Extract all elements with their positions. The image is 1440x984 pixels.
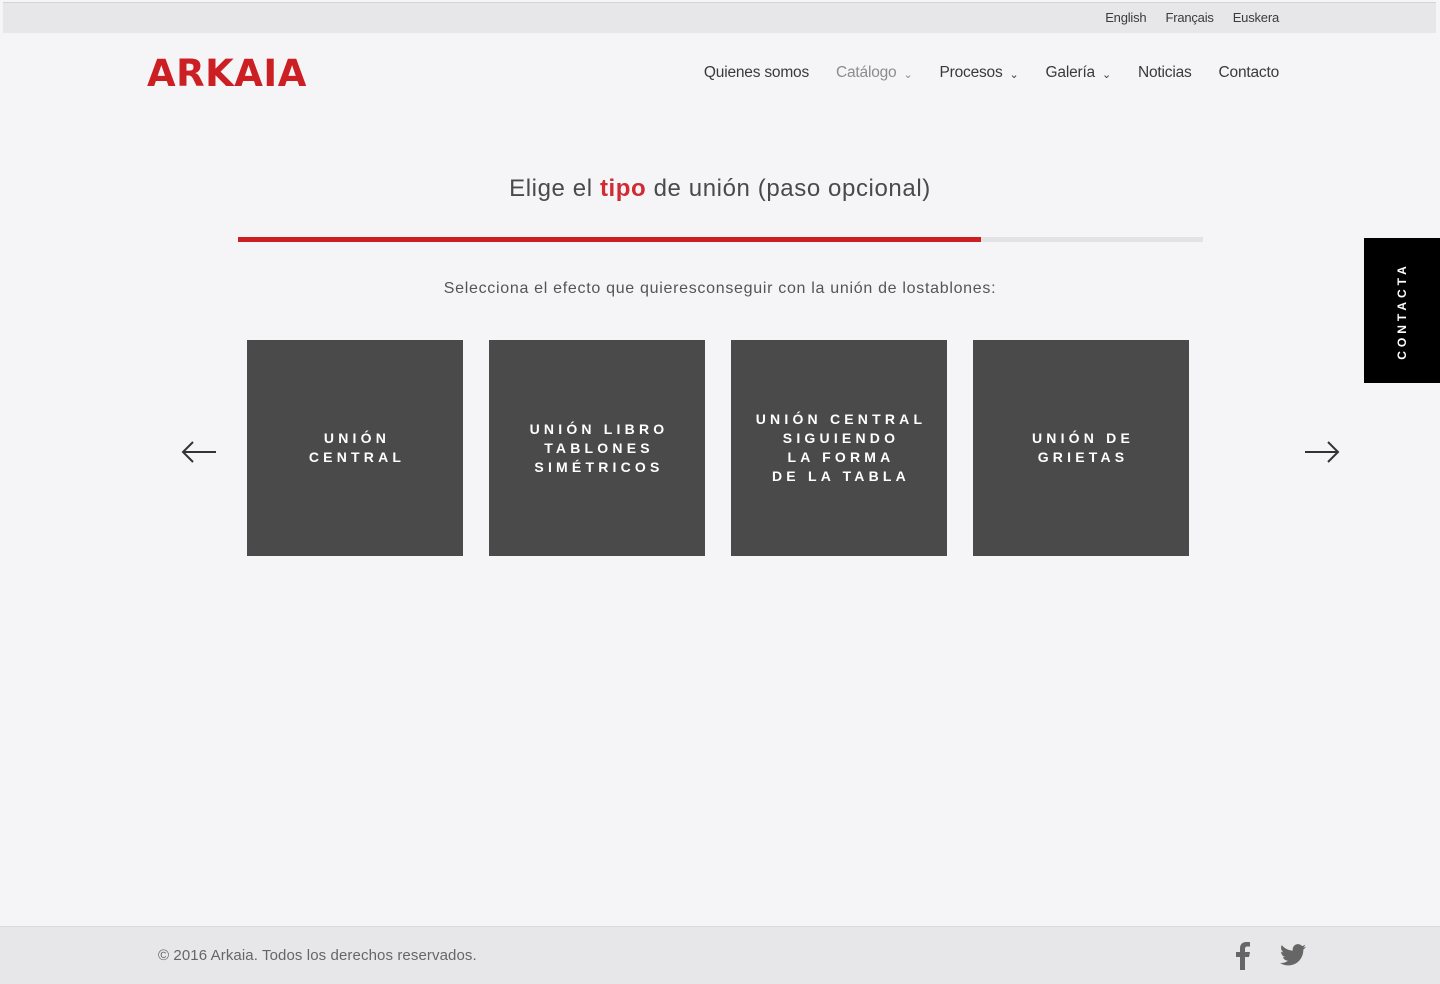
contact-tab-label: CONTACTA bbox=[1395, 261, 1409, 360]
nav-label: Noticias bbox=[1138, 64, 1192, 81]
card-label: UNIÓN CENTRAL SIGUIENDO LA FORMA DE LA T… bbox=[755, 411, 927, 484]
card-label: UNIÓN CENTRAL bbox=[308, 430, 406, 465]
footer: © 2016 Arkaia. Todos los derechos reserv… bbox=[0, 926, 1440, 984]
card-label: UNIÓN LIBRO TABLONES SIMÉTRICOS bbox=[529, 420, 669, 475]
nav-label: Quienes somos bbox=[703, 64, 810, 81]
nav-catalogo[interactable]: Catálogo ⌄ bbox=[836, 64, 913, 82]
chevron-down-icon: ⌄ bbox=[903, 68, 913, 81]
next-arrow-button[interactable] bbox=[1304, 437, 1340, 467]
language-bar: English Français Euskera bbox=[3, 2, 1436, 33]
card-union-libro[interactable]: UNIÓN LIBRO TABLONES SIMÉTRICOS bbox=[489, 340, 705, 556]
twitter-icon bbox=[1280, 944, 1306, 966]
union-type-carousel: UNIÓN CENTRAL UNIÓN LIBRO TABLONES SIMÉT… bbox=[247, 340, 1189, 556]
nav-label: Procesos bbox=[939, 64, 1003, 81]
nav-label: Catálogo bbox=[836, 64, 897, 81]
nav-label: Galería bbox=[1045, 64, 1096, 81]
chevron-down-icon: ⌄ bbox=[1009, 68, 1019, 81]
step-subtitle: Selecciona el efecto que quieresconsegui… bbox=[443, 280, 997, 297]
contact-side-tab[interactable]: CONTACTA bbox=[1364, 238, 1440, 383]
chevron-down-icon: ⌄ bbox=[1101, 68, 1112, 81]
language-links: English Français Euskera bbox=[1105, 10, 1279, 25]
card-union-grietas[interactable]: UNIÓN DE GRIETAS bbox=[973, 340, 1189, 556]
step-title-accent: tipo bbox=[599, 175, 647, 202]
prev-arrow-button[interactable] bbox=[181, 437, 217, 467]
nav-label: Contacto bbox=[1218, 64, 1280, 81]
copyright-text: © 2016 Arkaia. Todos los derechos reserv… bbox=[158, 947, 477, 964]
nav-contacto[interactable]: Contacto bbox=[1218, 64, 1280, 82]
step-title-before: Elige el bbox=[509, 175, 600, 202]
progress-fill bbox=[238, 237, 982, 242]
lang-euskera-link[interactable]: Euskera bbox=[1233, 10, 1279, 25]
nav-galeria[interactable]: Galería ⌄ bbox=[1045, 64, 1112, 82]
twitter-link[interactable] bbox=[1280, 944, 1306, 971]
nav-quienes-somos[interactable]: Quienes somos bbox=[704, 64, 809, 82]
logo[interactable]: ARKAIA bbox=[147, 54, 307, 94]
facebook-icon bbox=[1236, 942, 1250, 970]
progress-bar bbox=[238, 237, 1203, 242]
nav-procesos[interactable]: Procesos ⌄ bbox=[940, 64, 1019, 82]
main-nav: Quienes somos Catálogo ⌄ Procesos ⌄ Gale… bbox=[704, 64, 1279, 82]
card-union-central-forma[interactable]: UNIÓN CENTRAL SIGUIENDO LA FORMA DE LA T… bbox=[731, 340, 947, 556]
lang-english-link[interactable]: English bbox=[1105, 10, 1146, 25]
card-label: UNIÓN DE GRIETAS bbox=[1031, 430, 1135, 465]
arrow-right-icon bbox=[1305, 441, 1340, 463]
lang-french-link[interactable]: Français bbox=[1165, 10, 1213, 25]
facebook-link[interactable] bbox=[1233, 942, 1251, 975]
nav-noticias[interactable]: Noticias bbox=[1138, 64, 1192, 82]
step-title-after: de unión (paso opcional) bbox=[646, 175, 931, 202]
arrow-left-icon bbox=[181, 441, 216, 463]
card-union-central[interactable]: UNIÓN CENTRAL bbox=[247, 340, 463, 556]
step-title: Elige el tipo de unión (paso opcional) bbox=[0, 175, 1440, 203]
